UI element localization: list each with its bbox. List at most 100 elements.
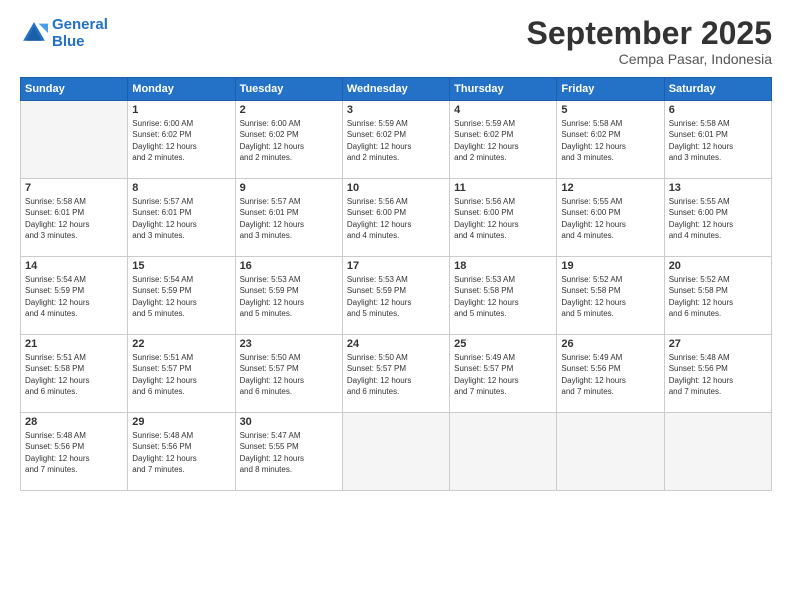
calendar-cell <box>450 413 557 491</box>
day-number: 18 <box>454 260 552 272</box>
day-number: 2 <box>240 104 338 116</box>
day-info: Sunrise: 5:58 AMSunset: 6:02 PMDaylight:… <box>561 118 659 163</box>
col-sunday: Sunday <box>21 78 128 101</box>
day-number: 7 <box>25 182 123 194</box>
day-info: Sunrise: 5:51 AMSunset: 5:58 PMDaylight:… <box>25 352 123 397</box>
day-info: Sunrise: 5:48 AMSunset: 5:56 PMDaylight:… <box>669 352 767 397</box>
day-number: 15 <box>132 260 230 272</box>
calendar-cell: 28 Sunrise: 5:48 AMSunset: 5:56 PMDayligh… <box>21 413 128 491</box>
col-tuesday: Tuesday <box>235 78 342 101</box>
day-info: Sunrise: 5:58 AMSunset: 6:01 PMDaylight:… <box>25 196 123 241</box>
day-info: Sunrise: 5:52 AMSunset: 5:58 PMDaylight:… <box>561 274 659 319</box>
day-info: Sunrise: 5:50 AMSunset: 5:57 PMDaylight:… <box>240 352 338 397</box>
day-info: Sunrise: 5:51 AMSunset: 5:57 PMDaylight:… <box>132 352 230 397</box>
day-number: 12 <box>561 182 659 194</box>
calendar-cell: 13 Sunrise: 5:55 AMSunset: 6:00 PMDayligh… <box>664 179 771 257</box>
header-row: Sunday Monday Tuesday Wednesday Thursday… <box>21 78 772 101</box>
day-info: Sunrise: 5:53 AMSunset: 5:58 PMDaylight:… <box>454 274 552 319</box>
day-number: 5 <box>561 104 659 116</box>
col-friday: Friday <box>557 78 664 101</box>
calendar-cell: 6Sunrise: 5:58 AMSunset: 6:01 PMDaylight… <box>664 101 771 179</box>
calendar-cell: 25 Sunrise: 5:49 AMSunset: 5:57 PMDayligh… <box>450 335 557 413</box>
day-number: 11 <box>454 182 552 194</box>
col-monday: Monday <box>128 78 235 101</box>
day-info: Sunrise: 5:56 AMSunset: 6:00 PMDaylight:… <box>454 196 552 241</box>
day-number: 27 <box>669 338 767 350</box>
day-number: 19 <box>561 260 659 272</box>
calendar-cell <box>664 413 771 491</box>
calendar-cell: 20 Sunrise: 5:52 AMSunset: 5:58 PMDayligh… <box>664 257 771 335</box>
day-number: 20 <box>669 260 767 272</box>
day-info: Sunrise: 5:58 AMSunset: 6:01 PMDaylight:… <box>669 118 767 163</box>
day-number: 21 <box>25 338 123 350</box>
day-number: 16 <box>240 260 338 272</box>
day-info: Sunrise: 5:54 AMSunset: 5:59 PMDaylight:… <box>132 274 230 319</box>
calendar-cell: 12 Sunrise: 5:55 AMSunset: 6:00 PMDayligh… <box>557 179 664 257</box>
day-number: 28 <box>25 416 123 428</box>
day-info: Sunrise: 5:49 AMSunset: 5:57 PMDaylight:… <box>454 352 552 397</box>
title-block: September 2025 Cempa Pasar, Indonesia <box>527 16 772 67</box>
calendar-cell: 2Sunrise: 6:00 AMSunset: 6:02 PMDaylight… <box>235 101 342 179</box>
day-info: Sunrise: 5:59 AMSunset: 6:02 PMDaylight:… <box>347 118 445 163</box>
calendar-cell: 11 Sunrise: 5:56 AMSunset: 6:00 PMDayligh… <box>450 179 557 257</box>
calendar-cell: 1Sunrise: 6:00 AMSunset: 6:02 PMDaylight… <box>128 101 235 179</box>
week-row-3: 14 Sunrise: 5:54 AMSunset: 5:59 PMDayligh… <box>21 257 772 335</box>
week-row-1: 1Sunrise: 6:00 AMSunset: 6:02 PMDaylight… <box>21 101 772 179</box>
day-info: Sunrise: 5:48 AMSunset: 5:56 PMDaylight:… <box>25 430 123 475</box>
calendar-cell: 14 Sunrise: 5:54 AMSunset: 5:59 PMDayligh… <box>21 257 128 335</box>
week-row-4: 21 Sunrise: 5:51 AMSunset: 5:58 PMDayligh… <box>21 335 772 413</box>
day-info: Sunrise: 5:53 AMSunset: 5:59 PMDaylight:… <box>347 274 445 319</box>
calendar-cell <box>21 101 128 179</box>
col-thursday: Thursday <box>450 78 557 101</box>
day-number: 8 <box>132 182 230 194</box>
day-number: 1 <box>132 104 230 116</box>
day-number: 25 <box>454 338 552 350</box>
calendar-cell: 18 Sunrise: 5:53 AMSunset: 5:58 PMDayligh… <box>450 257 557 335</box>
calendar-cell: 30 Sunrise: 5:47 AMSunset: 5:55 PMDayligh… <box>235 413 342 491</box>
calendar-cell: 19 Sunrise: 5:52 AMSunset: 5:58 PMDayligh… <box>557 257 664 335</box>
location-subtitle: Cempa Pasar, Indonesia <box>527 51 772 67</box>
calendar-cell: 8 Sunrise: 5:57 AMSunset: 6:01 PMDaylight… <box>128 179 235 257</box>
calendar-cell <box>557 413 664 491</box>
day-number: 14 <box>25 260 123 272</box>
day-number: 4 <box>454 104 552 116</box>
calendar-cell: 3 Sunrise: 5:59 AMSunset: 6:02 PMDaylight… <box>342 101 449 179</box>
month-title: September 2025 <box>527 16 772 51</box>
calendar-table: Sunday Monday Tuesday Wednesday Thursday… <box>20 77 772 491</box>
day-info: Sunrise: 5:57 AMSunset: 6:01 PMDaylight:… <box>240 196 338 241</box>
day-info: Sunrise: 5:54 AMSunset: 5:59 PMDaylight:… <box>25 274 123 319</box>
day-number: 23 <box>240 338 338 350</box>
calendar-cell: 16Sunrise: 5:53 AMSunset: 5:59 PMDayligh… <box>235 257 342 335</box>
day-number: 17 <box>347 260 445 272</box>
calendar-cell: 4 Sunrise: 5:59 AMSunset: 6:02 PMDaylight… <box>450 101 557 179</box>
calendar-cell: 9 Sunrise: 5:57 AMSunset: 6:01 PMDaylight… <box>235 179 342 257</box>
calendar-cell: 29Sunrise: 5:48 AMSunset: 5:56 PMDayligh… <box>128 413 235 491</box>
day-info: Sunrise: 5:52 AMSunset: 5:58 PMDaylight:… <box>669 274 767 319</box>
day-info: Sunrise: 5:50 AMSunset: 5:57 PMDaylight:… <box>347 352 445 397</box>
day-info: Sunrise: 5:55 AMSunset: 6:00 PMDaylight:… <box>669 196 767 241</box>
day-info: Sunrise: 5:57 AMSunset: 6:01 PMDaylight:… <box>132 196 230 241</box>
day-info: Sunrise: 5:55 AMSunset: 6:00 PMDaylight:… <box>561 196 659 241</box>
day-number: 13 <box>669 182 767 194</box>
col-saturday: Saturday <box>664 78 771 101</box>
calendar-cell: 5 Sunrise: 5:58 AMSunset: 6:02 PMDaylight… <box>557 101 664 179</box>
day-number: 30 <box>240 416 338 428</box>
day-number: 29 <box>132 416 230 428</box>
logo-text: General Blue <box>52 16 108 50</box>
day-number: 26 <box>561 338 659 350</box>
logo: General Blue <box>20 16 108 50</box>
calendar-cell: 27 Sunrise: 5:48 AMSunset: 5:56 PMDayligh… <box>664 335 771 413</box>
day-number: 3 <box>347 104 445 116</box>
calendar-cell: 23 Sunrise: 5:50 AMSunset: 5:57 PMDayligh… <box>235 335 342 413</box>
calendar-cell: 10Sunrise: 5:56 AMSunset: 6:00 PMDayligh… <box>342 179 449 257</box>
week-row-5: 28 Sunrise: 5:48 AMSunset: 5:56 PMDayligh… <box>21 413 772 491</box>
logo-icon <box>20 19 48 47</box>
day-info: Sunrise: 5:47 AMSunset: 5:55 PMDaylight:… <box>240 430 338 475</box>
day-info: Sunrise: 5:49 AMSunset: 5:56 PMDaylight:… <box>561 352 659 397</box>
day-number: 22 <box>132 338 230 350</box>
calendar-cell: 21 Sunrise: 5:51 AMSunset: 5:58 PMDayligh… <box>21 335 128 413</box>
day-info: Sunrise: 5:59 AMSunset: 6:02 PMDaylight:… <box>454 118 552 163</box>
day-number: 9 <box>240 182 338 194</box>
day-number: 10 <box>347 182 445 194</box>
calendar-cell: 26 Sunrise: 5:49 AMSunset: 5:56 PMDayligh… <box>557 335 664 413</box>
